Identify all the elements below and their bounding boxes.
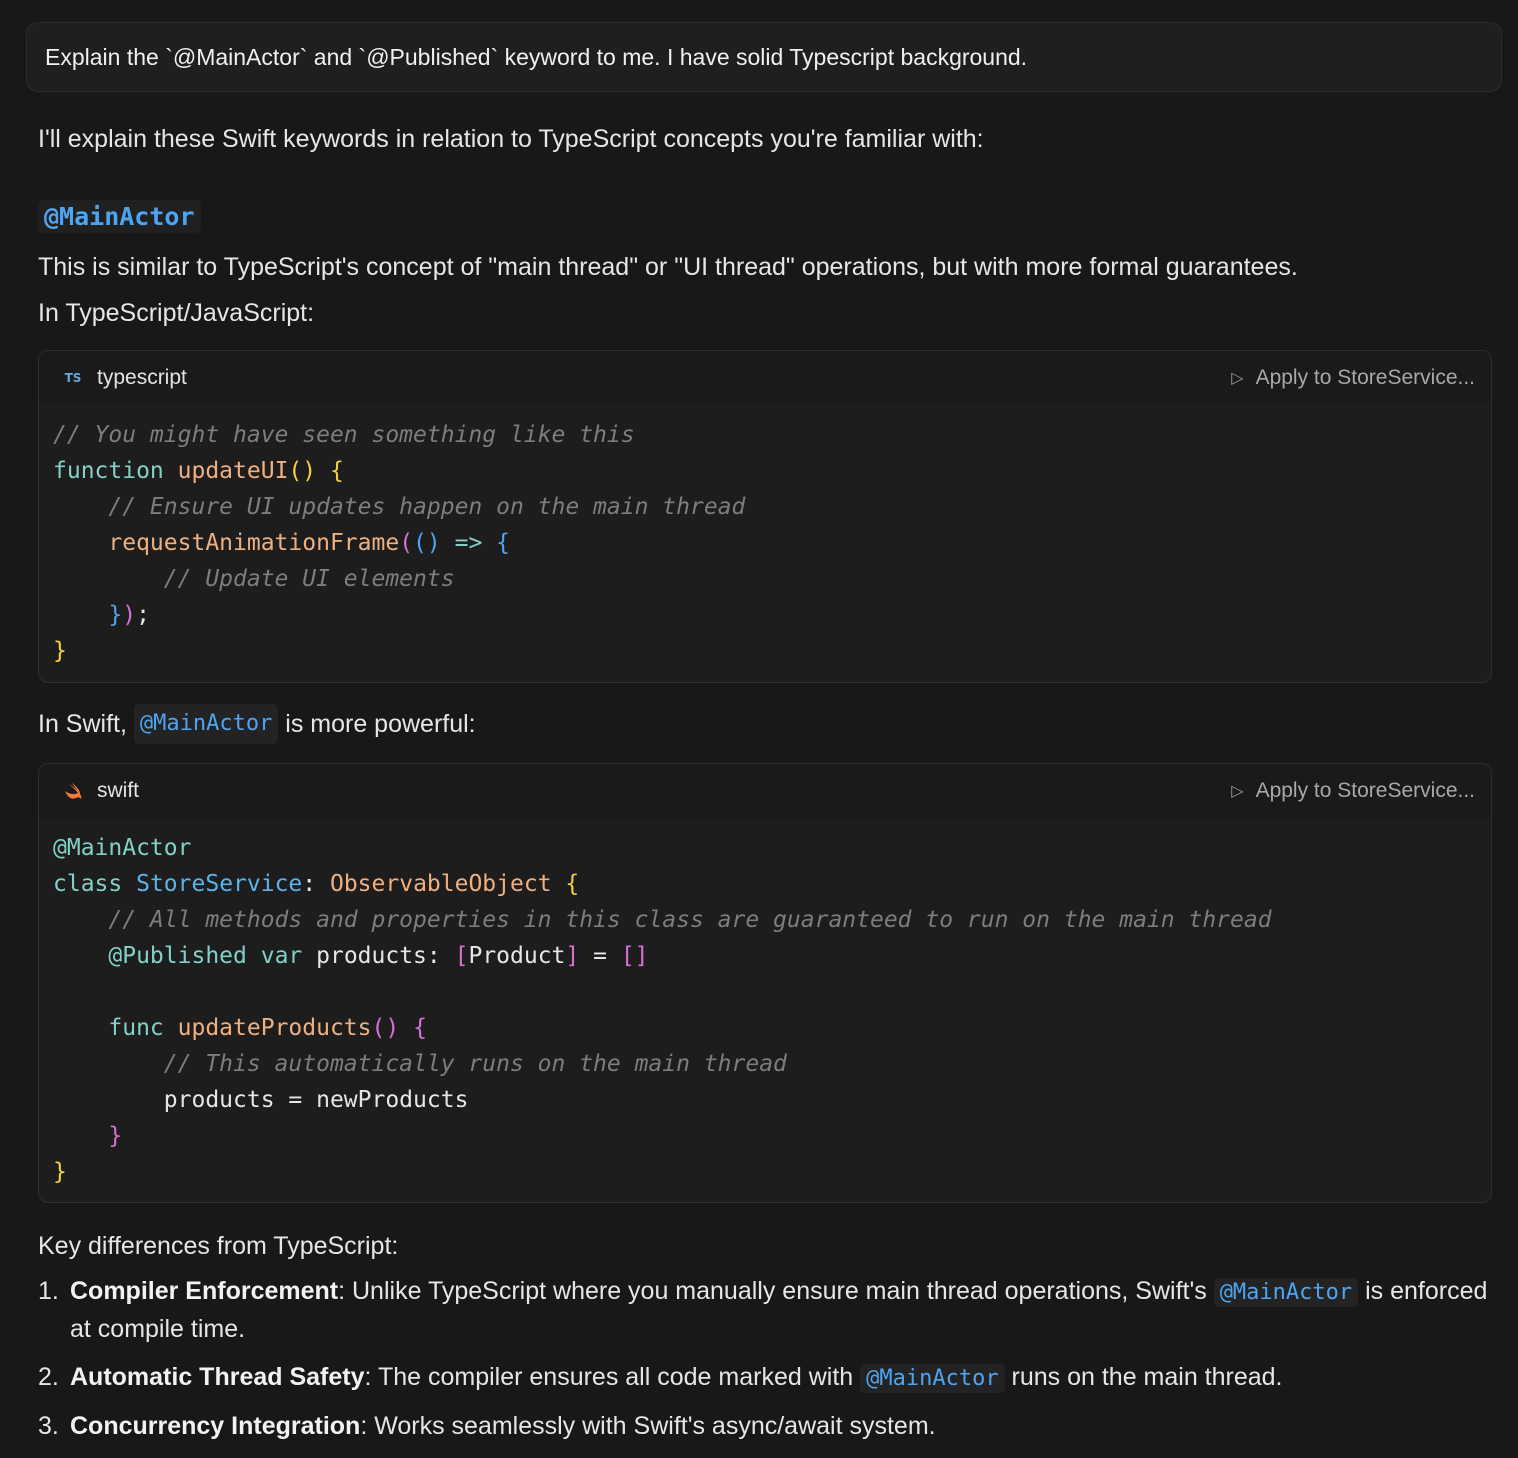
chat-view: Explain the `@MainActor` and `@Published… bbox=[0, 0, 1518, 1458]
code-block-swift: swift ▷ Apply to StoreService... @MainAc… bbox=[38, 763, 1492, 1203]
code-block-header: TS typescript ▷ Apply to StoreService... bbox=[39, 351, 1491, 405]
list-item: 1. Compiler Enforcement: Unlike TypeScri… bbox=[38, 1277, 1488, 1343]
para-ts-js: In TypeScript/JavaScript: bbox=[38, 299, 315, 327]
swift-icon bbox=[61, 782, 85, 800]
apply-button[interactable]: ▷ Apply to StoreService... bbox=[1231, 779, 1475, 803]
code-body[interactable]: @MainActor class StoreService: Observable… bbox=[39, 818, 1491, 1202]
heading-code: @MainActor bbox=[38, 199, 201, 233]
para-similar: This is similar to TypeScript's concept … bbox=[38, 253, 1298, 281]
user-message-text: Explain the `@MainActor` and `@Published… bbox=[45, 43, 1028, 70]
code-line: } bbox=[53, 1159, 67, 1185]
code-line: requestAnimationFrame(() => { bbox=[108, 530, 511, 556]
apply-label: Apply to StoreService... bbox=[1255, 366, 1475, 389]
code-line: // Update UI elements bbox=[163, 566, 455, 592]
code-line: }); bbox=[108, 602, 150, 628]
para-swift-intro: In Swift, @MainActor is more powerful: bbox=[38, 701, 1498, 747]
code-line: // All methods and properties in this cl… bbox=[108, 907, 1272, 933]
code-body[interactable]: // You might have seen something like th… bbox=[39, 405, 1491, 682]
code-lang-label: swift bbox=[97, 779, 139, 802]
code-line: @Published var products: [Product] = [] bbox=[108, 943, 649, 969]
code-line: // This automatically runs on the main t… bbox=[163, 1051, 787, 1077]
list-item: 3. Concurrency Integration: Works seamle… bbox=[38, 1412, 936, 1440]
apply-button[interactable]: ▷ Apply to StoreService... bbox=[1231, 366, 1475, 390]
list-item: 2. Automatic Thread Safety: The compiler… bbox=[38, 1363, 1283, 1393]
code-line: } bbox=[53, 638, 67, 664]
code-line: products = newProducts bbox=[53, 1087, 469, 1113]
apply-label: Apply to StoreService... bbox=[1255, 779, 1475, 802]
typescript-icon: TS bbox=[64, 371, 82, 385]
inline-code: @MainActor bbox=[1213, 1278, 1359, 1307]
key-diff-title: Key differences from TypeScript: bbox=[38, 1232, 399, 1260]
assistant-response: I'll explain these Swift keywords in rel… bbox=[38, 116, 1498, 1445]
code-block-header: swift ▷ Apply to StoreService... bbox=[39, 764, 1491, 818]
code-line: @MainActor bbox=[53, 835, 192, 861]
user-message[interactable]: Explain the `@MainActor` and `@Published… bbox=[26, 22, 1502, 92]
code-line: // You might have seen something like th… bbox=[53, 422, 635, 448]
code-block-typescript: TS typescript ▷ Apply to StoreService...… bbox=[38, 350, 1492, 683]
inline-code: @MainActor bbox=[133, 704, 279, 744]
response-intro: I'll explain these Swift keywords in rel… bbox=[38, 125, 984, 153]
code-line: func updateProducts() { bbox=[108, 1015, 427, 1041]
play-icon: ▷ bbox=[1231, 783, 1244, 800]
code-line: class StoreService: ObservableObject { bbox=[53, 871, 580, 897]
diff-list: 1. Compiler Enforcement: Unlike TypeScri… bbox=[38, 1273, 1498, 1445]
section-heading: @MainActor bbox=[38, 196, 1498, 236]
code-lang-label: typescript bbox=[97, 366, 187, 389]
inline-code: @MainActor bbox=[860, 1364, 1005, 1393]
code-line: function updateUI() { bbox=[53, 458, 344, 484]
code-line: // Ensure UI updates happen on the main … bbox=[108, 494, 746, 520]
play-icon: ▷ bbox=[1231, 370, 1244, 387]
code-line: } bbox=[108, 1123, 123, 1149]
